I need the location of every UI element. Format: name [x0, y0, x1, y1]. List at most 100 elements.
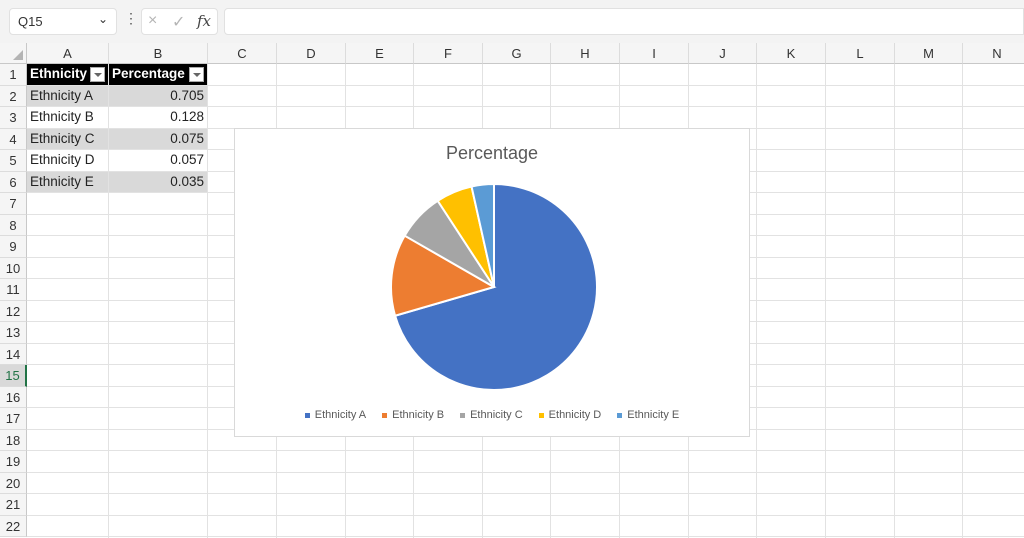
legend-label: Ethnicity E	[627, 409, 680, 421]
table-cell[interactable]: 0.075	[109, 128, 207, 149]
select-all-button[interactable]	[0, 43, 27, 64]
row-header-4[interactable]: 4	[0, 128, 27, 150]
legend-swatch	[538, 412, 544, 418]
legend-item[interactable]: Ethnicity E	[617, 409, 679, 421]
legend-item[interactable]: Ethnicity A	[304, 409, 367, 421]
gridline-row	[27, 450, 1024, 451]
column-header-a[interactable]: A	[27, 43, 109, 64]
legend-label: Ethnicity C	[470, 409, 523, 421]
table-header-ethnicity[interactable]: Ethnicity	[27, 64, 108, 85]
table-cell-text: Ethnicity C	[30, 130, 95, 146]
row-header-12[interactable]: 12	[0, 300, 27, 322]
row-header-14[interactable]: 14	[0, 343, 27, 365]
table-cell[interactable]: Ethnicity A	[27, 85, 108, 106]
legend-item[interactable]: Ethnicity B	[382, 409, 444, 421]
table-cell-text: 0.128	[170, 109, 204, 124]
table-cell[interactable]: 0.705	[109, 85, 207, 106]
name-box-value: Q15	[18, 14, 43, 29]
legend-swatch	[617, 412, 623, 418]
legend-item[interactable]: Ethnicity C	[460, 409, 523, 421]
table-header-ethnicity-text: Ethnicity	[30, 66, 88, 81]
filter-dropdown-icon[interactable]	[189, 67, 204, 82]
row-header-17[interactable]: 17	[0, 408, 27, 430]
gridline-row	[27, 536, 1024, 537]
table-cell[interactable]: Ethnicity B	[27, 107, 108, 128]
column-header-g[interactable]: G	[483, 43, 551, 64]
row-header-19[interactable]: 19	[0, 451, 27, 473]
pie-chart[interactable]: Percentage Ethnicity A Ethnicity B Ethnici…	[234, 128, 750, 437]
table-cell-text: 0.057	[170, 152, 204, 167]
row-header-16[interactable]: 16	[0, 386, 27, 408]
table-cell[interactable]: 0.035	[109, 171, 207, 192]
row-header-1[interactable]: 1	[0, 64, 27, 86]
column-header-b[interactable]: B	[109, 43, 208, 64]
column-header-n[interactable]: N	[963, 43, 1024, 64]
more-options-icon[interactable]: ⋮	[124, 10, 138, 27]
row-header-6[interactable]: 6	[0, 171, 27, 193]
name-box[interactable]: Q15 ⌄	[9, 8, 117, 35]
table-cell-text: 0.035	[170, 173, 204, 189]
row-header-20[interactable]: 20	[0, 472, 27, 494]
legend-swatch	[382, 412, 388, 418]
column-header-i[interactable]: I	[620, 43, 689, 64]
row-header-11[interactable]: 11	[0, 279, 27, 301]
enter-icon[interactable]: ✓	[172, 12, 185, 32]
row-header-13[interactable]: 13	[0, 322, 27, 344]
legend-label: Ethnicity B	[392, 409, 445, 421]
formula-input[interactable]	[224, 8, 1024, 35]
row-header-3[interactable]: 3	[0, 107, 27, 129]
pie-plot-area	[390, 182, 598, 391]
column-header-l[interactable]: L	[826, 43, 895, 64]
column-header-m[interactable]: M	[895, 43, 963, 64]
column-header-e[interactable]: E	[346, 43, 414, 64]
column-header-c[interactable]: C	[208, 43, 277, 64]
table-cell-text: Ethnicity E	[30, 173, 94, 189]
column-header-h[interactable]: H	[551, 43, 620, 64]
gridline-row	[27, 493, 1024, 494]
gridline-row	[27, 471, 1024, 473]
table-cell[interactable]: Ethnicity D	[27, 150, 108, 171]
gridline-col	[962, 64, 963, 538]
column-header-d[interactable]: D	[277, 43, 346, 64]
column-header-k[interactable]: K	[757, 43, 826, 64]
formula-buttons: × ✓ fx	[141, 8, 218, 35]
gridline-col	[825, 64, 826, 538]
row-header-22[interactable]: 22	[0, 515, 27, 537]
legend-swatch	[460, 412, 466, 418]
legend-swatch	[304, 412, 310, 418]
table-cell-text: Ethnicity A	[30, 87, 94, 103]
gridline-col	[756, 64, 757, 538]
row-header-10[interactable]: 10	[0, 257, 27, 279]
table-cell-text: 0.705	[170, 87, 204, 103]
cancel-icon[interactable]: ×	[148, 12, 157, 30]
row-header-5[interactable]: 5	[0, 150, 27, 172]
table-header-percentage-text: Percentage	[112, 66, 185, 81]
table-header-percentage[interactable]: Percentage	[109, 64, 207, 85]
legend-label: Ethnicity D	[548, 409, 602, 421]
table-cell[interactable]: Ethnicity E	[27, 171, 108, 192]
table-cell[interactable]: 0.128	[109, 107, 207, 128]
table-cell[interactable]: 0.057	[109, 150, 207, 171]
legend-label: Ethnicity A	[314, 409, 367, 421]
row-header-9[interactable]: 9	[0, 236, 27, 258]
row-header-2[interactable]: 2	[0, 85, 27, 107]
column-header-j[interactable]: J	[689, 43, 757, 64]
row-header-18[interactable]: 18	[0, 429, 27, 451]
table-cell-text: 0.075	[170, 130, 204, 146]
legend-item[interactable]: Ethnicity D	[538, 409, 602, 421]
formula-bar-area: Q15 ⌄ ⋮ × ✓ fx	[0, 0, 1024, 43]
row-header-7[interactable]: 7	[0, 193, 27, 215]
gridline-col	[894, 64, 895, 538]
insert-function-icon[interactable]: fx	[197, 12, 211, 30]
table-cell[interactable]: Ethnicity C	[27, 128, 108, 149]
row-header-8[interactable]: 8	[0, 214, 27, 236]
chevron-down-icon[interactable]: ⌄	[98, 12, 108, 26]
table-cell-text: Ethnicity D	[30, 152, 95, 167]
gridline-col	[207, 64, 208, 538]
row-header-15[interactable]: 15	[0, 365, 27, 387]
gridline-row	[27, 514, 1024, 516]
filter-dropdown-icon[interactable]	[90, 67, 105, 82]
row-header-21[interactable]: 21	[0, 494, 27, 516]
table-cell-text: Ethnicity B	[30, 109, 94, 124]
column-header-f[interactable]: F	[414, 43, 483, 64]
